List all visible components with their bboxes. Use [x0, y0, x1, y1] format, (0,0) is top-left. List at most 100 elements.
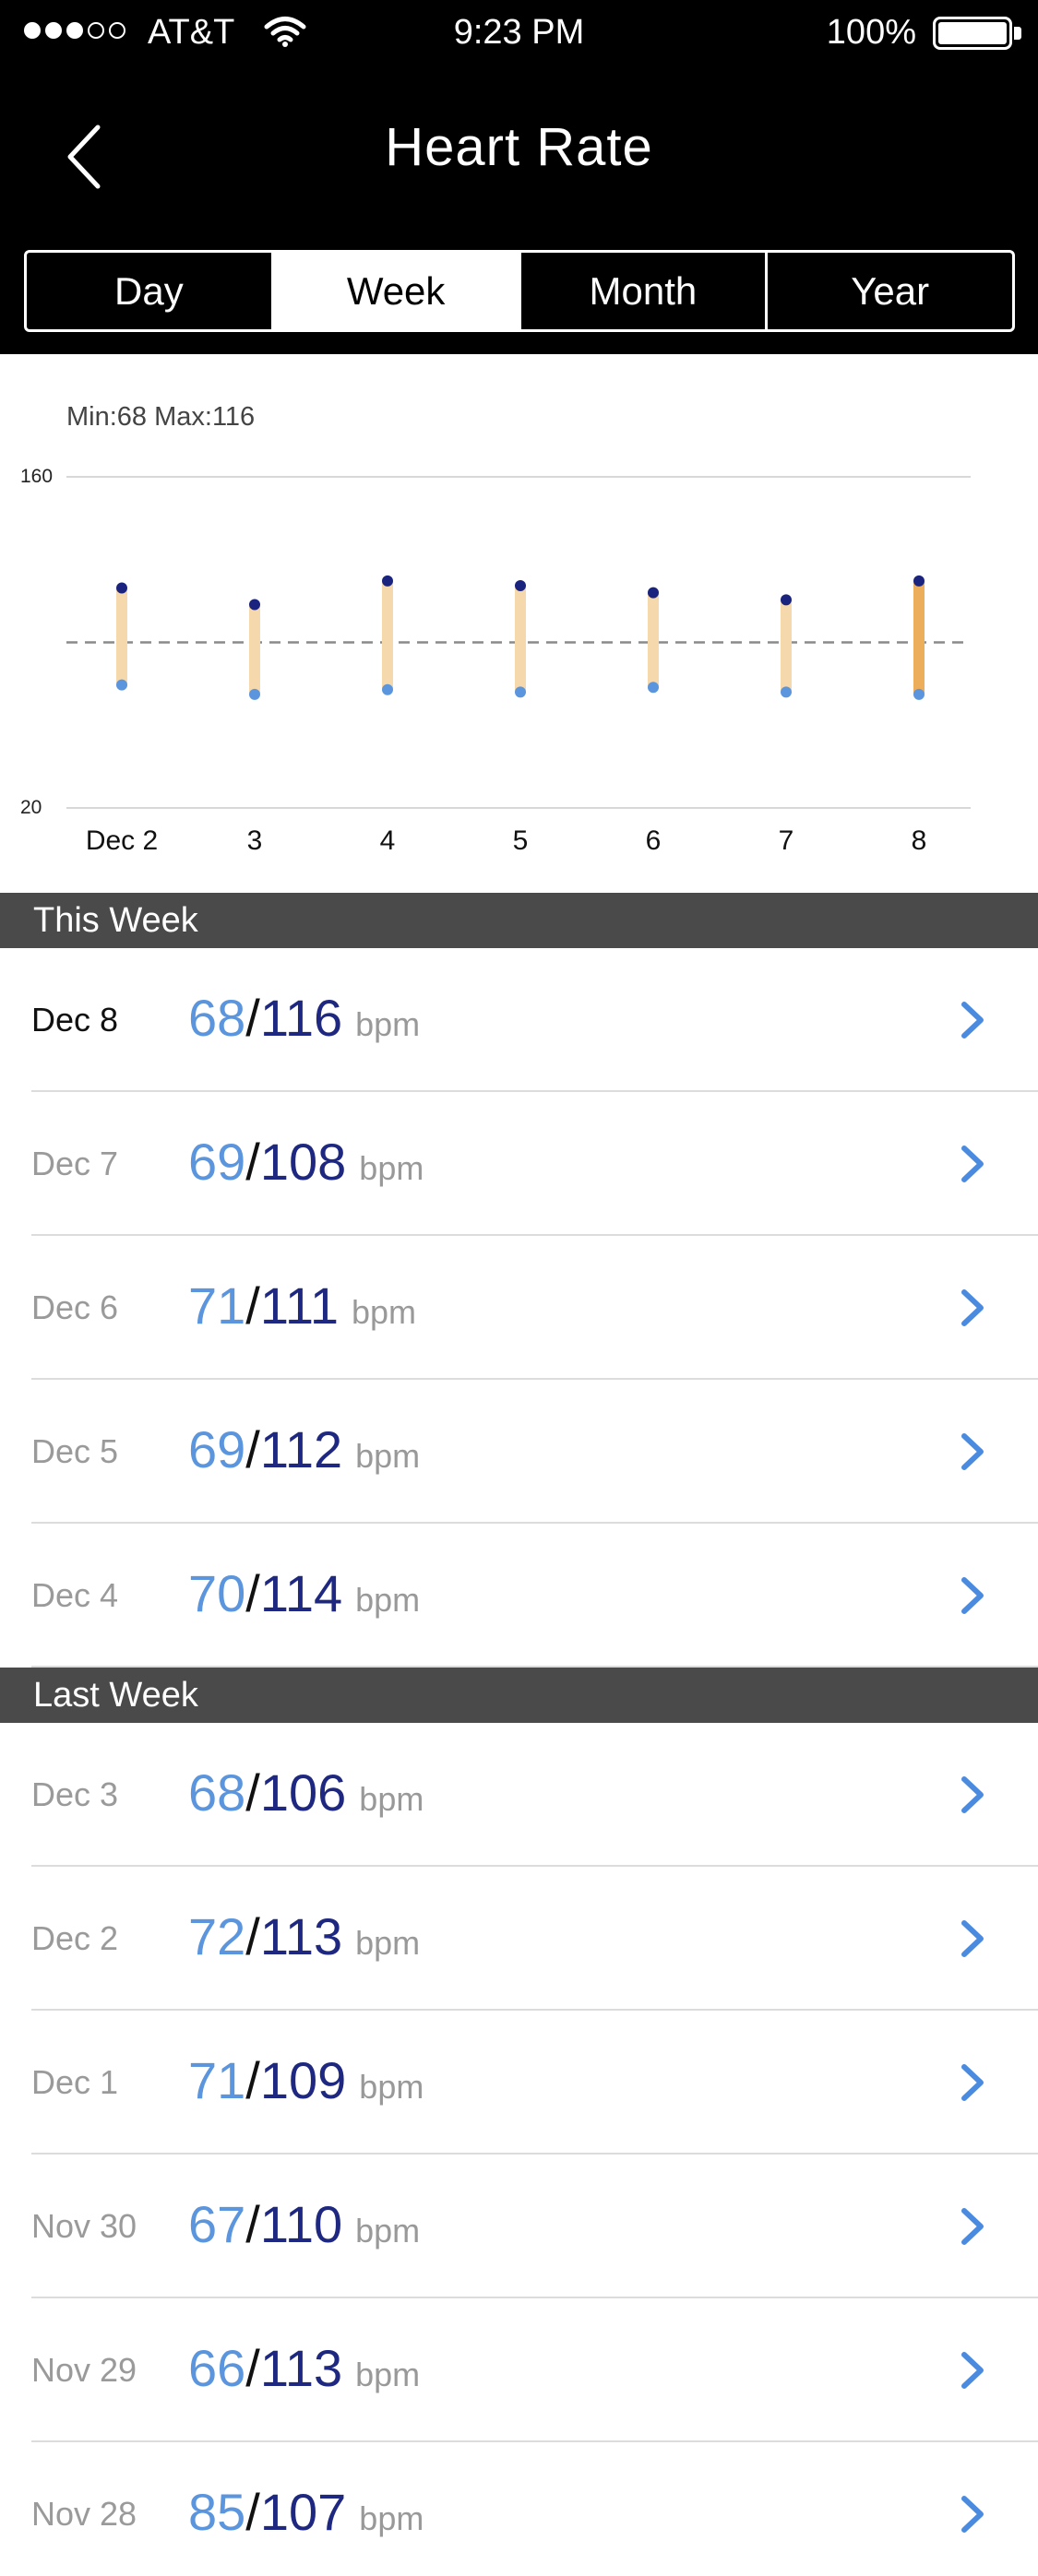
list-item[interactable]: Dec 1 71/109 bpm: [0, 2011, 1038, 2155]
range-bar: [116, 588, 127, 685]
min-bpm: 85: [188, 2483, 246, 2541]
row-values: 72/113 bpm: [188, 1867, 420, 2021]
row-values: 68/116 bpm: [188, 948, 420, 1102]
tab-month[interactable]: Month: [521, 253, 769, 329]
min-bpm: 70: [188, 1564, 246, 1622]
separator-slash: /: [245, 1133, 260, 1191]
max-bpm: 109: [259, 2051, 347, 2109]
min-point: [913, 688, 925, 700]
separator-slash: /: [245, 989, 260, 1047]
min-bpm: 72: [188, 1907, 246, 1965]
range-bar: [382, 580, 393, 690]
x-tick-label: Dec 2: [86, 825, 158, 856]
tab-week[interactable]: Week: [273, 253, 521, 329]
min-bpm: 69: [188, 1420, 246, 1478]
min-bpm: 67: [188, 2195, 246, 2253]
separator-slash: /: [245, 2339, 260, 2397]
separator-slash: /: [245, 2051, 260, 2109]
min-bpm: 69: [188, 1133, 246, 1191]
min-point: [781, 686, 792, 698]
section-header: Last Week: [0, 1668, 1038, 1723]
chevron-right-icon: [961, 1002, 984, 1039]
list-item[interactable]: Nov 28 85/107 bpm: [0, 2442, 1038, 2576]
max-bpm: 108: [259, 1133, 347, 1191]
list-item[interactable]: Dec 4 70/114 bpm: [0, 1524, 1038, 1668]
row-values: 67/110 bpm: [188, 2155, 420, 2309]
max-point: [382, 575, 393, 587]
chevron-right-icon: [961, 2208, 984, 2245]
chevron-right-icon: [961, 1146, 984, 1182]
chevron-right-icon: [961, 1289, 984, 1326]
min-point: [648, 682, 659, 694]
range-bar: [913, 580, 925, 694]
list-item[interactable]: Dec 6 71/111 bpm: [0, 1236, 1038, 1380]
row-values: 70/114 bpm: [188, 1524, 420, 1678]
list-item[interactable]: Dec 3 68/106 bpm: [0, 1723, 1038, 1867]
row-date: Nov 28: [31, 2495, 137, 2533]
x-tick-label: 7: [779, 825, 794, 856]
max-point: [781, 594, 792, 606]
x-tick-label: 3: [247, 825, 263, 856]
x-tick-label: 8: [912, 825, 927, 856]
row-date: Nov 30: [31, 2207, 137, 2245]
y-tick-label: 160: [20, 466, 53, 487]
battery-percentage: 100%: [826, 13, 916, 52]
row-date: Dec 2: [31, 1919, 119, 1957]
separator-slash: /: [245, 1420, 260, 1478]
row-values: 85/107 bpm: [188, 2442, 424, 2576]
list-item[interactable]: Dec 2 72/113 bpm: [0, 1867, 1038, 2011]
tab-year[interactable]: Year: [768, 253, 1012, 329]
row-date: Dec 7: [31, 1145, 119, 1182]
min-point: [515, 686, 526, 698]
unit-label: bpm: [355, 1581, 421, 1619]
row-values: 68/106 bpm: [188, 1723, 424, 1877]
row-date: Dec 6: [31, 1288, 119, 1326]
unit-label: bpm: [355, 2356, 421, 2393]
max-bpm: 110: [259, 2195, 343, 2253]
separator-slash: /: [245, 1276, 260, 1335]
min-point: [249, 688, 260, 700]
range-bar: [249, 604, 260, 694]
list-item[interactable]: Nov 29 66/113 bpm: [0, 2298, 1038, 2442]
list-item[interactable]: Dec 5 69/112 bpm: [0, 1380, 1038, 1524]
max-bpm: 113: [259, 2339, 343, 2397]
max-point: [648, 587, 659, 599]
unit-label: bpm: [355, 2212, 421, 2250]
chevron-right-icon: [961, 1920, 984, 1957]
row-date: Dec 3: [31, 1775, 119, 1813]
range-bar: [515, 585, 526, 693]
min-bpm: 68: [188, 989, 246, 1047]
max-bpm: 107: [259, 2483, 347, 2541]
min-bpm: 71: [188, 1276, 246, 1335]
x-tick-label: 5: [513, 825, 529, 856]
row-values: 71/109 bpm: [188, 2011, 424, 2165]
page-title: Heart Rate: [385, 117, 653, 177]
list-item[interactable]: Dec 7 69/108 bpm: [0, 1092, 1038, 1236]
status-bar: AT&T 9:23 PM 100%: [0, 0, 1038, 65]
list-item[interactable]: Nov 30 67/110 bpm: [0, 2155, 1038, 2298]
row-date: Nov 29: [31, 2351, 137, 2389]
max-point: [116, 582, 127, 594]
heart-rate-chart: Min:68 Max:116 160 20 Dec 2345678: [0, 354, 1038, 893]
range-bar: [648, 592, 659, 688]
chevron-right-icon: [961, 1776, 984, 1813]
max-bpm: 111: [259, 1276, 339, 1335]
separator-slash: /: [245, 1907, 260, 1965]
min-bpm: 71: [188, 2051, 246, 2109]
chevron-right-icon: [961, 1577, 984, 1614]
unit-label: bpm: [359, 1149, 424, 1187]
chevron-right-icon: [961, 1433, 984, 1470]
separator-slash: /: [245, 1763, 260, 1822]
chevron-right-icon: [961, 2496, 984, 2533]
row-values: 69/108 bpm: [188, 1092, 424, 1246]
tab-day[interactable]: Day: [27, 253, 274, 329]
unit-label: bpm: [355, 1924, 421, 1962]
x-tick-label: 6: [646, 825, 662, 856]
list-item[interactable]: Dec 8 68/116 bpm: [0, 948, 1038, 1092]
unit-label: bpm: [359, 2068, 424, 2106]
row-date: Dec 1: [31, 2063, 119, 2101]
chart-canvas: 160 20 Dec 2 3 4 5 6 7 8: [20, 466, 971, 856]
unit-label: bpm: [359, 1780, 424, 1818]
min-point: [382, 683, 393, 695]
unit-label: bpm: [359, 2499, 424, 2537]
